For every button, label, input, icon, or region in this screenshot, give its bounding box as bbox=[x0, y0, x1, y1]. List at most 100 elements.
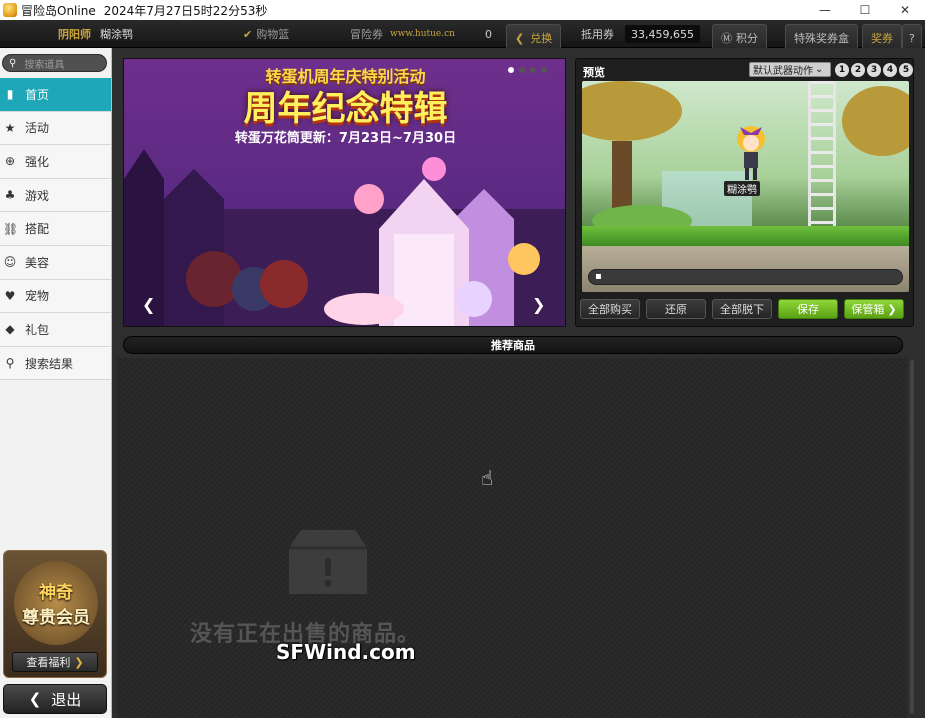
grass bbox=[582, 226, 909, 246]
character-name: 糊涂鹗 bbox=[100, 28, 133, 41]
vip-line1: 神奇 bbox=[39, 583, 73, 603]
vip-badge: 神奇 尊贵会员 bbox=[14, 561, 98, 645]
banner-next-icon[interactable]: ❯ bbox=[532, 295, 545, 314]
search-icon: ⚲ bbox=[5, 356, 15, 371]
preview-slot-button[interactable]: 2 bbox=[851, 63, 865, 77]
sidebar-item-label: 宠物 bbox=[25, 289, 50, 304]
sidebar-item-6[interactable]: ♥ 宠物 bbox=[0, 279, 111, 314]
banner-line3: 转蛋万花筒更新：7月23日~7月30日 bbox=[234, 131, 457, 146]
plus-circle-icon: ⊕ bbox=[4, 154, 16, 169]
pointer-cursor-icon: ☝ bbox=[481, 466, 494, 490]
character-nameplate: 糊涂鹗 bbox=[724, 181, 760, 196]
box-icon: ◆ bbox=[5, 322, 15, 337]
storage-button[interactable]: 保管箱 ❯ bbox=[844, 299, 904, 319]
sidebar-item-0[interactable]: ▮ 首页 bbox=[0, 78, 111, 112]
chevron-left-icon: ❮ bbox=[28, 690, 42, 708]
banner-line2: 周年纪念特辑 bbox=[243, 89, 448, 129]
sidebar-item-5[interactable]: ☺ 美容 bbox=[0, 245, 111, 280]
chevron-right-icon: ❯ bbox=[887, 302, 897, 316]
sidebar-item-label: 活动 bbox=[25, 121, 50, 136]
preview-title: 预览 bbox=[583, 66, 605, 79]
recommend-header: 推荐商品 bbox=[123, 336, 903, 354]
sidebar-nav: ▮ 首页 ★ 活动 ⊕ 强化 ♣ 游戏 ⛓ 搭配 ☺ 美容 ♥ 宠物 ◆ 礼包 ⚲ 搜索结果 bbox=[0, 78, 111, 381]
nx-value: 33,459,655 bbox=[625, 25, 700, 43]
preview-slot-button[interactable]: 3 bbox=[867, 63, 881, 77]
sidebar-item-3[interactable]: ♣ 游戏 bbox=[0, 178, 111, 213]
product-list-area: 没有正在出售的商品。 ☝ bbox=[117, 358, 907, 718]
sidebar-item-label: 强化 bbox=[25, 154, 50, 169]
restore-button[interactable]: 还原 bbox=[646, 299, 706, 319]
chat-bar: ▪ bbox=[588, 269, 903, 285]
sidebar-item-label: 游戏 bbox=[25, 188, 50, 203]
search-placeholder: 搜索道具 bbox=[24, 59, 65, 71]
sidebar-item-label: 美容 bbox=[25, 255, 50, 270]
sidebar-item-1[interactable]: ★ 活动 bbox=[0, 111, 111, 146]
sidebar-item-label: 搭配 bbox=[25, 222, 50, 237]
window-title: 冒险岛Online bbox=[21, 3, 96, 18]
preview-buttons: 全部购买 还原 全部脱下 保存 保管箱 ❯ bbox=[580, 299, 904, 319]
sidebar-item-label: 搜索结果 bbox=[25, 356, 74, 371]
save-button[interactable]: 保存 bbox=[778, 299, 838, 319]
vip-panel: 神奇 尊贵会员 查看福利 ❯ bbox=[3, 550, 107, 678]
cart-button[interactable]: ✔ 购物篮 bbox=[243, 20, 289, 48]
preview-slots: 12345 bbox=[835, 63, 913, 77]
banner-dot[interactable] bbox=[530, 67, 536, 73]
window-titlebar: 冒险岛Online 2024年7月27日5时22分53秒 — ☐ ✕ bbox=[0, 0, 925, 20]
preview-slot-button[interactable]: 1 bbox=[835, 63, 849, 77]
sidebar: ⚲ 搜索道具 ▮ 首页 ★ 活动 ⊕ 强化 ♣ 游戏 ⛓ 搭配 ☺ 美容 ♥ 宠物 ◆ 礼包 ⚲ 搜索结果 神奇 … bbox=[0, 48, 112, 718]
nx-label: 抵用券 bbox=[581, 28, 614, 41]
heart-icon: ♥ bbox=[4, 288, 16, 303]
event-banner[interactable]: 转蛋机周年庆特别活动 周年纪念特辑 转蛋万花筒更新：7月23日~7月30日 ❮ … bbox=[123, 58, 566, 327]
preview-panel: 预览 默认武器动作 ⌄ 12345 糊涂鹗 ▪ 全部购买 还原 全部脱下 保存 … bbox=[575, 58, 914, 327]
maximize-button[interactable]: ☐ bbox=[845, 0, 885, 20]
maple-points-label: 冒险券 bbox=[350, 28, 383, 41]
hanger-icon: ⛓ bbox=[3, 221, 19, 236]
sidebar-item-8[interactable]: ⚲ 搜索结果 bbox=[0, 346, 111, 381]
minimize-button[interactable]: — bbox=[805, 0, 845, 20]
banner-prev-icon[interactable]: ❮ bbox=[142, 295, 155, 314]
banner-dot[interactable] bbox=[519, 67, 525, 73]
close-button[interactable]: ✕ bbox=[885, 0, 925, 20]
window-datetime: 2024年7月27日5时22分53秒 bbox=[103, 3, 268, 18]
star-icon: ★ bbox=[4, 120, 16, 135]
sidebar-item-label: 首页 bbox=[25, 87, 50, 102]
preview-scene: 糊涂鹗 ▪ bbox=[582, 81, 909, 292]
cart-label: 购物篮 bbox=[256, 28, 290, 41]
watermark-url: www.hutue.cn bbox=[390, 29, 455, 39]
mileage-icon: Ⓜ bbox=[721, 32, 732, 45]
site-watermark: SFWind.com bbox=[276, 640, 416, 664]
gamepad-icon: ♣ bbox=[4, 188, 16, 203]
buy-all-button[interactable]: 全部购买 bbox=[580, 299, 640, 319]
channel-label: 阴阳师 bbox=[58, 28, 91, 41]
empty-box-icon bbox=[289, 530, 367, 594]
sidebar-item-2[interactable]: ⊕ 强化 bbox=[0, 145, 111, 179]
chevron-right-icon: ❯ bbox=[74, 655, 84, 669]
sidebar-item-7[interactable]: ◆ 礼包 bbox=[0, 313, 111, 347]
banner-pagination bbox=[508, 67, 547, 73]
preview-slot-button[interactable]: 5 bbox=[899, 63, 913, 77]
exit-label: 退出 bbox=[51, 690, 82, 709]
content-scrollbar[interactable] bbox=[907, 358, 917, 718]
character-sprite bbox=[737, 126, 765, 180]
search-icon: ⚲ bbox=[9, 57, 17, 69]
checkmark-icon: ✔ bbox=[243, 27, 253, 41]
smile-icon: ☺ bbox=[3, 255, 17, 270]
view-benefits-button[interactable]: 查看福利 ❯ bbox=[12, 652, 98, 672]
view-benefits-label: 查看福利 bbox=[26, 656, 71, 669]
ladder bbox=[808, 81, 836, 231]
action-select[interactable]: 默认武器动作 ⌄ bbox=[749, 62, 831, 77]
top-toolbar: 阴阳师 糊涂鹗 ✔ 购物篮 冒险券 www.hutue.cn 0 ❮ 兑换 抵用… bbox=[0, 20, 925, 52]
banner-dot[interactable] bbox=[541, 67, 547, 73]
storage-label: 保管箱 bbox=[851, 303, 885, 316]
search-input[interactable]: ⚲ 搜索道具 bbox=[2, 54, 107, 72]
sidebar-item-4[interactable]: ⛓ 搭配 bbox=[0, 212, 111, 246]
banner-dot[interactable] bbox=[508, 67, 514, 73]
sidebar-item-label: 礼包 bbox=[25, 322, 50, 337]
remove-all-button[interactable]: 全部脱下 bbox=[712, 299, 772, 319]
chat-bubble-icon: ▪ bbox=[595, 271, 602, 282]
app-icon bbox=[3, 3, 17, 17]
exit-button[interactable]: ❮ 退出 bbox=[3, 684, 107, 714]
home-icon: ▮ bbox=[6, 87, 14, 102]
preview-slot-button[interactable]: 4 bbox=[883, 63, 897, 77]
vip-line2: 尊贵会员 bbox=[22, 608, 90, 628]
